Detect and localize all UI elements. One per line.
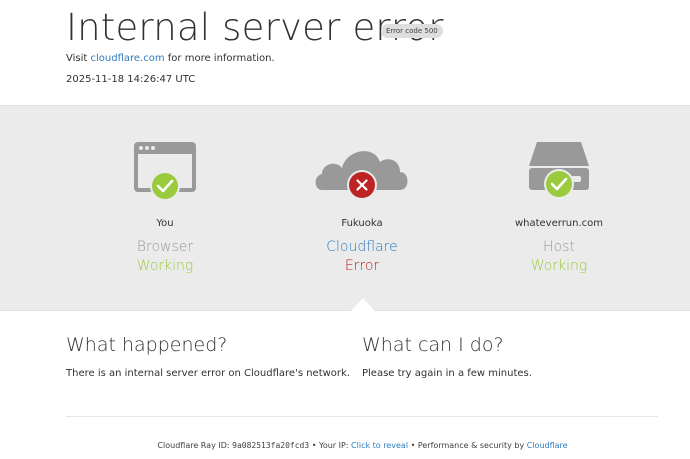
footer: Cloudflare Ray ID: 9a082513fa20fcd3 • Yo… <box>0 441 690 450</box>
browser-location: You <box>156 218 174 229</box>
status-band: You Browser Working Fukuoka Cloudflare E… <box>0 105 690 311</box>
check-icon <box>150 171 180 201</box>
header: Internal server error Error code 500 Vis… <box>0 0 690 105</box>
visit-prefix: Visit <box>66 53 88 64</box>
footer-separator: • <box>410 441 416 450</box>
cloudflare-link[interactable]: cloudflare.com <box>91 53 165 64</box>
server-icon <box>459 136 659 206</box>
check-icon <box>544 169 574 199</box>
what-happened-body: There is an internal server error on Clo… <box>66 368 350 379</box>
browser-icon <box>65 136 265 206</box>
footer-separator: • <box>311 441 317 450</box>
visit-suffix: for more information. <box>167 53 275 64</box>
cloudflare-footer-link[interactable]: Cloudflare <box>527 441 568 450</box>
host-status: Working <box>530 258 588 274</box>
what-can-i-do-heading: What can I do? <box>362 334 504 356</box>
footer-divider <box>66 416 658 417</box>
cloudflare-kind[interactable]: Cloudflare <box>262 239 462 255</box>
reveal-ip-link[interactable]: Click to reveal <box>351 441 408 450</box>
visit-line: Visit cloudflare.com for more informatio… <box>66 53 275 64</box>
performance-label: Performance & security by <box>417 441 525 450</box>
what-happened-heading: What happened? <box>66 334 228 356</box>
browser-status: Working <box>136 258 194 274</box>
host-kind: Host <box>543 239 575 255</box>
ray-id-label: Cloudflare Ray ID: <box>157 441 230 450</box>
cloudflare-location: Fukuoka <box>341 218 383 229</box>
selection-notch <box>351 298 375 311</box>
host-location: whateverrun.com <box>514 218 604 229</box>
cloud-icon <box>262 136 462 206</box>
browser-kind: Browser <box>136 239 194 255</box>
error-code-badge: Error code 500 <box>381 24 443 38</box>
what-can-i-do-body: Please try again in a few minutes. <box>362 368 532 379</box>
cloudflare-status: Error <box>344 258 380 274</box>
ip-label: Your IP: <box>319 441 349 450</box>
timestamp: 2025-11-18 14:26:47 UTC <box>66 74 196 85</box>
ray-id-value: 9a082513fa20fcd3 <box>232 441 310 450</box>
x-icon <box>347 170 377 200</box>
